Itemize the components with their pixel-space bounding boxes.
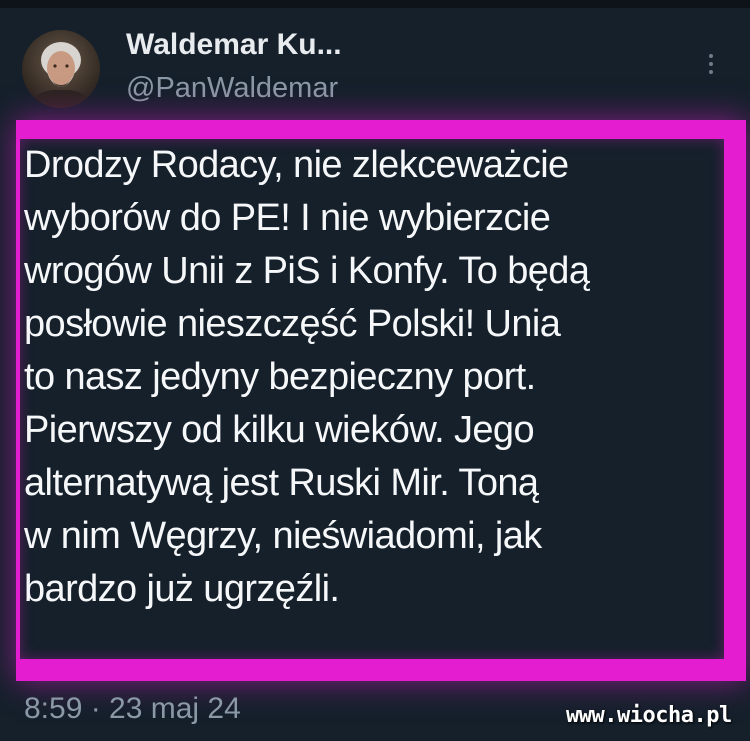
- dot: [709, 70, 713, 74]
- dot: [709, 54, 713, 58]
- avatar[interactable]: [22, 30, 100, 108]
- tweet-text-line: to nasz jedyny bezpieczny port.: [24, 356, 536, 398]
- tweet-text-line: wyborów do PE! I nie wybierzcie: [24, 197, 551, 239]
- tweet-text-line: Pierwszy od kilku wieków. Jego: [24, 409, 535, 451]
- watermark: www.wiocha.pl: [566, 703, 732, 728]
- tweet-timestamp[interactable]: 8:59 · 23 maj 24: [24, 692, 241, 726]
- profile-photo-icon: [22, 30, 100, 108]
- tweet-text-line: bardzo już ugrzęźli.: [24, 568, 340, 610]
- tweet-text-line: alternatywą jest Ruski Mir. Toną: [24, 462, 539, 504]
- more-vertical-icon[interactable]: [696, 46, 726, 82]
- tweet-text-line: w nim Węgrzy, nieświadomi, jak: [24, 515, 542, 557]
- author-handle[interactable]: @PanWaldemar: [126, 72, 338, 105]
- tweet-text-box: Drodzy Rodacy, nie zlekceważcie wyborów …: [20, 139, 724, 659]
- tweet-text-line: Drodzy Rodacy, nie zlekceważcie: [24, 144, 569, 186]
- tweet-text-line: posłowie nieszczęść Polski! Unia: [24, 303, 561, 345]
- tweet-text: Drodzy Rodacy, nie zlekceważcie wyborów …: [20, 139, 724, 616]
- tweet-text-line: wrogów Unii z PiS i Konfy. To będą: [24, 250, 590, 292]
- dot: [709, 62, 713, 66]
- author-display-name[interactable]: Waldemar Ku...: [126, 28, 342, 62]
- top-strip: [0, 0, 750, 8]
